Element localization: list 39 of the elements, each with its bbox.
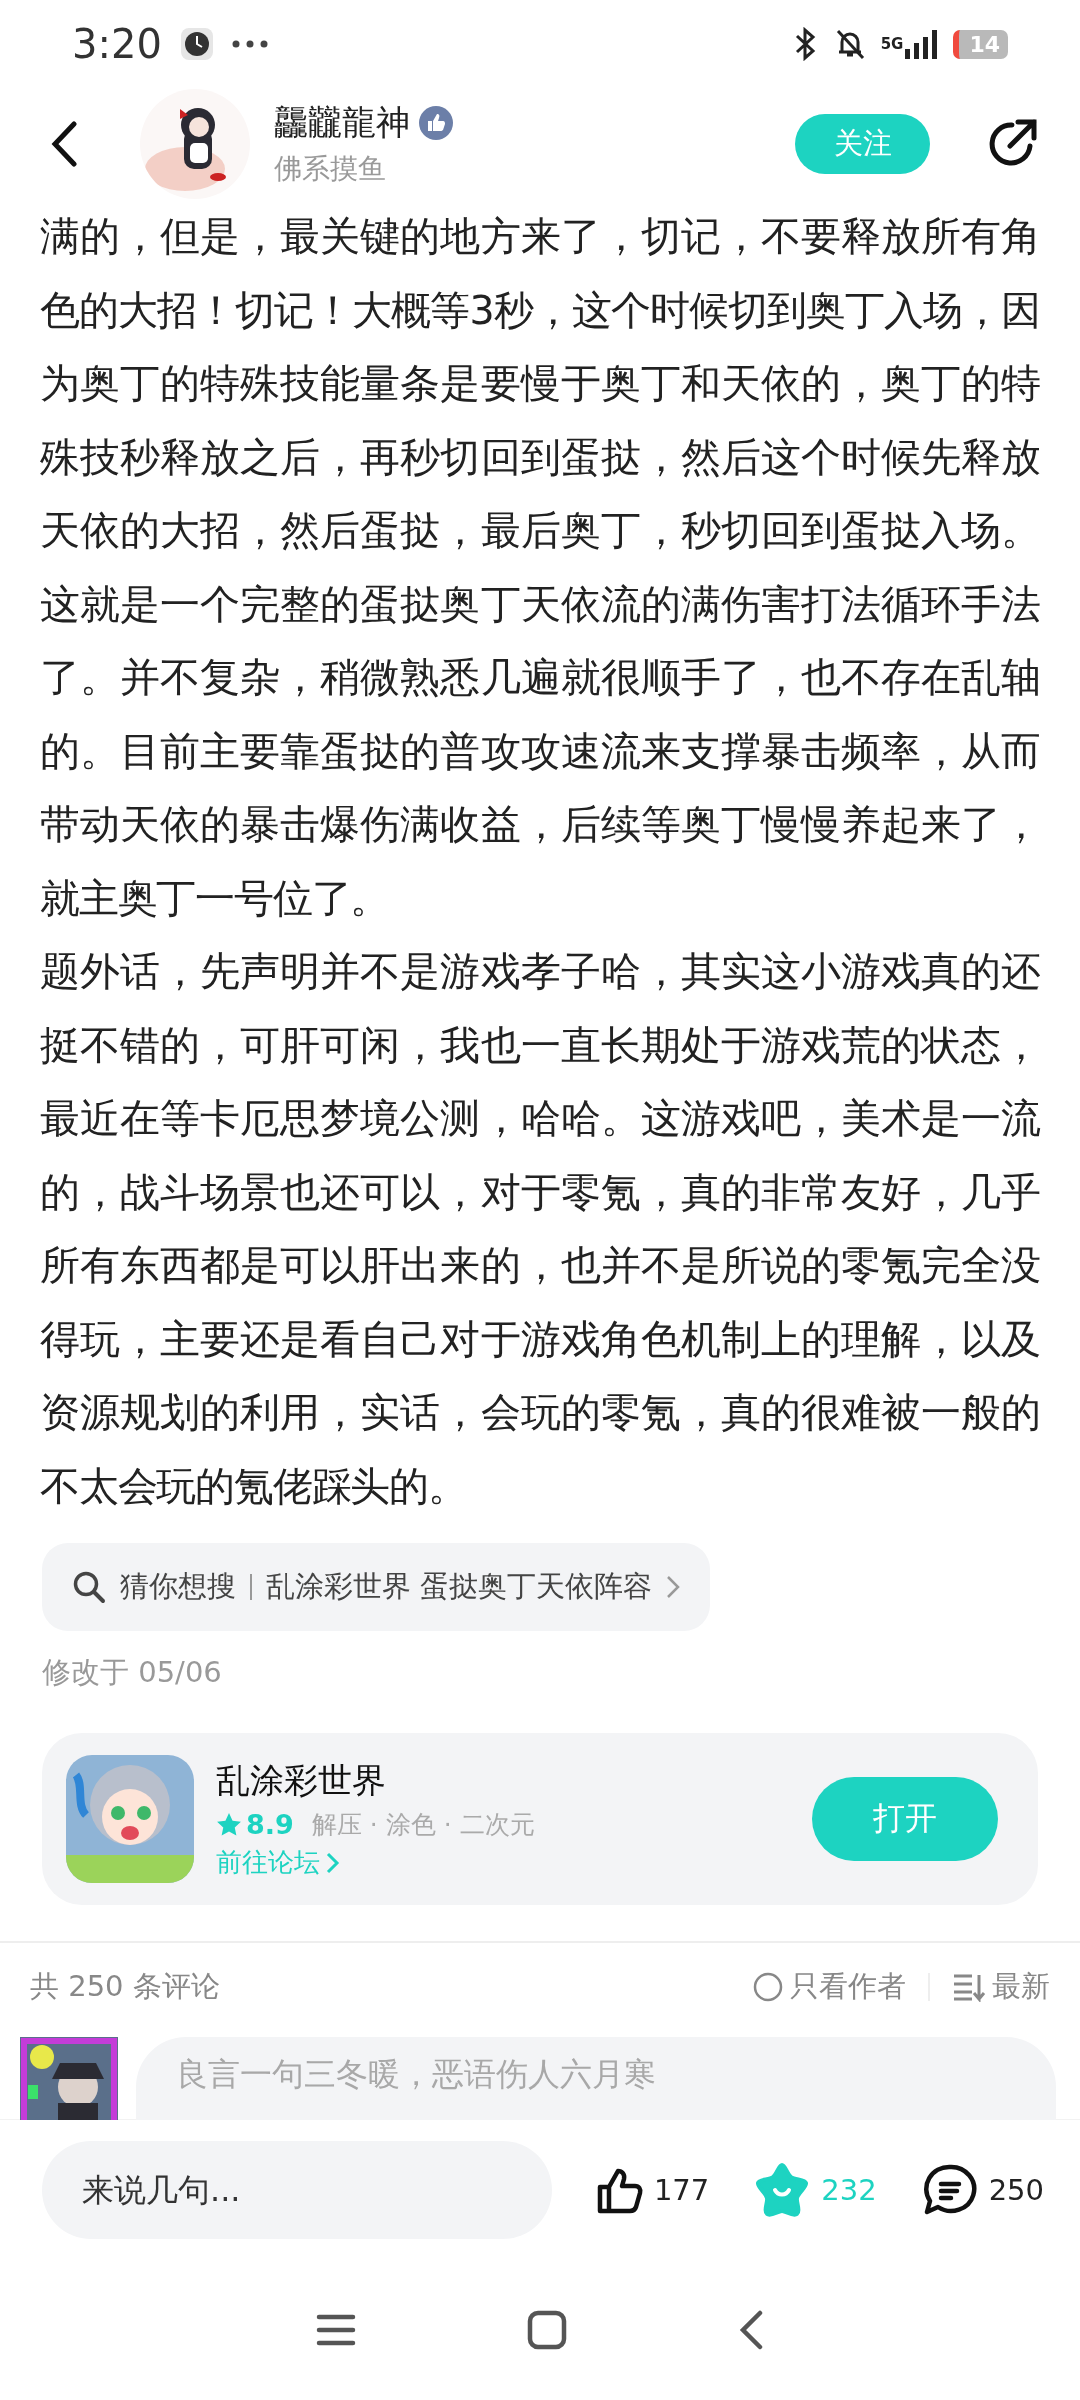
radio-icon	[752, 1971, 784, 2003]
like-button[interactable]: 177	[595, 2165, 710, 2215]
clock-icon	[179, 27, 214, 61]
suggestion-prefix: 猜你想搜	[120, 1568, 236, 1605]
more-icon	[231, 40, 268, 48]
article-paragraph: 题外话，先声明并不是游戏孝子哈，其实这小游戏真的还挺不错的，可肝可闲，我也一直长期处于游戏荒的状态，最近在等卡厄思梦境公测，哈哈。这游戏吧，美术是一流的，战斗场景也还可以，对于零氪，真的非常友好，几乎所有东西都是可以肝出来的，也并不是所说的零氪完全没得玩，主要还是看自己对于游戏角色机制上的理解，以及资源规划的利用，实话，会玩的零氪，真的很难被一般的不太会玩的氪佬踩头的。	[40, 947, 1040, 1511]
author-subtitle: 佛系摸鱼	[274, 151, 387, 187]
follow-button[interactable]: 关注	[795, 114, 930, 174]
suggestion-query: 乱涂彩世界 蛋挞奥丁天依阵容	[266, 1568, 653, 1605]
author-only-toggle[interactable]: 只看作者	[752, 1967, 906, 2007]
battery-level: 14	[953, 29, 1008, 59]
home-icon[interactable]	[527, 2310, 567, 2350]
sort-icon	[952, 1972, 986, 2002]
chevron-right-icon	[326, 1851, 340, 1874]
game-name: 乱涂彩世界	[216, 1759, 387, 1802]
thumbs-up-badge-icon	[418, 105, 454, 141]
menu-icon[interactable]	[315, 2313, 356, 2347]
game-card[interactable]: 乱涂彩世界 8.9 解压 · 涂色 · 二次元 前往论坛 打开	[42, 1733, 1038, 1905]
back-icon[interactable]	[50, 121, 78, 167]
comment-button[interactable]: 250	[920, 2163, 1044, 2217]
favorite-button[interactable]: 232	[753, 2162, 877, 2218]
chevron-right-icon	[666, 1575, 681, 1599]
comment-input[interactable]: 来说几句...	[42, 2141, 552, 2239]
comment-count: 共 250 条评论	[30, 1968, 220, 2005]
network-label: 5G	[880, 36, 904, 52]
game-rating: 8.9	[246, 1809, 294, 1840]
author-name[interactable]: 龘龖龍神	[274, 100, 410, 146]
signal-icon	[905, 29, 940, 59]
search-suggestion[interactable]: 猜你想搜 乱涂彩世界 蛋挞奥丁天依阵容	[42, 1543, 711, 1631]
star-icon	[216, 1811, 242, 1838]
back-icon[interactable]	[738, 2310, 765, 2350]
game-tags: 解压 · 涂色 · 二次元	[311, 1808, 535, 1841]
article-paragraph: 满的，但是，最关键的地方来了，切记，不要释放所有角色的大招！切记！大概等3秒，这个时候切到奥丁入场，因为奥丁的特殊技能量条是要慢于奥丁和天依的，奥丁的特殊技秒释放之后，再秒切回到蛋挞，然后这个时候先释放天依的大招，然后蛋挞，最后奥丁，秒切回到蛋挞入场。这就是一个完整的蛋挞奥丁天依流的满伤害打法循环手法了。并不复杂，稍微熟悉几遍就很顺手了，也不存在乱轴的。目前主要靠蛋挞的普攻攻速流来支撑暴击频率，从而带动天依的暴击爆伤满收益，后续等奥丁慢慢养起来了，就主奥丁一号位了。	[40, 212, 1040, 923]
status-time: 3:20	[72, 21, 162, 67]
open-button[interactable]: 打开	[812, 1777, 998, 1861]
modified-date: 修改于 05/06	[42, 1654, 223, 1691]
comment-field[interactable]: 良言一句三冬暖，恶语伤人六月寒	[136, 2037, 1056, 2120]
search-icon	[72, 1570, 106, 1604]
sort-button[interactable]: 最新	[952, 1967, 1050, 2007]
